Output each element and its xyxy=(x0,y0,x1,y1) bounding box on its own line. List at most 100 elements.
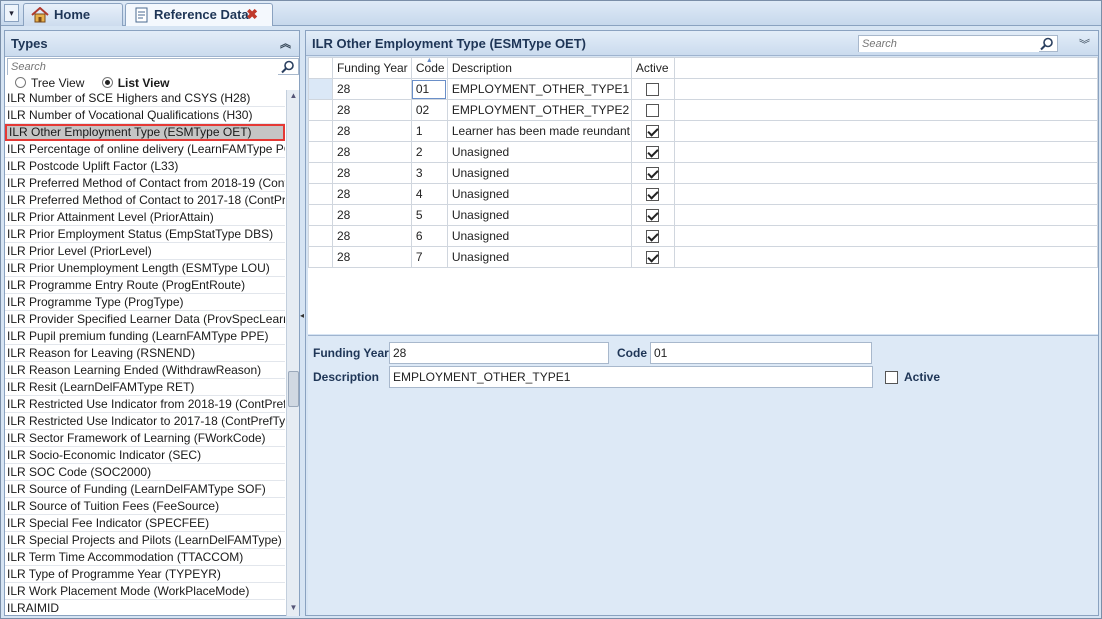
close-icon[interactable]: ✖ xyxy=(246,4,258,25)
expand-icon[interactable]: ︾ xyxy=(1079,36,1090,52)
column-header-active[interactable]: Active xyxy=(630,57,675,79)
types-list-item[interactable]: ILR Other Employment Type (ESMType OET) xyxy=(5,124,285,141)
types-list-item[interactable]: ILR Postcode Uplift Factor (L33) xyxy=(5,158,285,175)
types-list-item[interactable]: ILR Prior Level (PriorLevel) xyxy=(5,243,285,260)
table-row[interactable]: 28 7 Unasigned xyxy=(308,246,1099,268)
types-list-item[interactable]: ILR Reason for Leaving (RSNEND) xyxy=(5,345,285,362)
tab-menu-button[interactable]: ▾ xyxy=(4,4,19,22)
active-checkbox[interactable] xyxy=(885,371,898,384)
types-list-item[interactable]: ILR Resit (LearnDelFAMType RET) xyxy=(5,379,285,396)
cell-active[interactable] xyxy=(630,99,675,121)
types-list-item[interactable]: ILR Percentage of online delivery (Learn… xyxy=(5,141,285,158)
table-row[interactable]: 28 02 EMPLOYMENT_OTHER_TYPE2 xyxy=(308,99,1099,121)
cell-code[interactable]: 02 xyxy=(410,99,448,121)
column-header-code[interactable]: ▲ Code xyxy=(410,57,448,79)
search-icon[interactable] xyxy=(281,60,295,74)
cell-code[interactable]: 5 xyxy=(410,204,448,226)
tree-view-option[interactable]: Tree View xyxy=(15,76,84,90)
table-row[interactable]: 28 6 Unasigned xyxy=(308,225,1099,247)
types-list-item[interactable]: ILR Preferred Method of Contact to 2017-… xyxy=(5,192,285,209)
types-list-item[interactable]: ILR Source of Tuition Fees (FeeSource) xyxy=(5,498,285,515)
row-selector[interactable] xyxy=(308,162,333,184)
table-row[interactable]: 28 4 Unasigned xyxy=(308,183,1099,205)
grid-search-input[interactable] xyxy=(859,36,1039,52)
cell-description[interactable]: EMPLOYMENT_OTHER_TYPE2 xyxy=(446,99,632,121)
row-selector[interactable] xyxy=(308,225,333,247)
cell-funding-year[interactable]: 28 xyxy=(331,225,412,247)
cell-active[interactable] xyxy=(630,183,675,205)
vertical-splitter-handle[interactable]: ◂ xyxy=(300,311,304,320)
types-list-item[interactable]: ILR Number of Vocational Qualifications … xyxy=(5,107,285,124)
list-view-option[interactable]: List View xyxy=(101,76,170,90)
cell-description[interactable]: EMPLOYMENT_OTHER_TYPE1 xyxy=(446,78,632,100)
active-checkbox[interactable] xyxy=(646,251,660,265)
cell-code[interactable]: 1 xyxy=(410,120,448,142)
cell-active[interactable] xyxy=(630,120,675,142)
types-list-scrollbar[interactable]: ▲ ▼ xyxy=(286,90,299,616)
types-list-item[interactable]: ILR Provider Specified Learner Data (Pro… xyxy=(5,311,285,328)
cell-code[interactable]: 6 xyxy=(410,225,448,247)
list-view-radio[interactable] xyxy=(101,77,113,88)
cell-funding-year[interactable]: 28 xyxy=(331,141,412,163)
row-selector[interactable] xyxy=(308,246,333,268)
row-selector[interactable] xyxy=(308,99,333,121)
types-list-item[interactable]: ILRAIMID xyxy=(5,600,285,616)
row-selector[interactable] xyxy=(308,78,333,100)
types-list-item[interactable]: ILR Term Time Accommodation (TTACCOM) xyxy=(5,549,285,566)
cell-code[interactable]: 3 xyxy=(410,162,448,184)
active-checkbox[interactable] xyxy=(646,167,660,181)
cell-description[interactable]: Unasigned xyxy=(446,204,632,226)
cell-active[interactable] xyxy=(630,246,675,268)
cell-active[interactable] xyxy=(630,141,675,163)
types-list-item[interactable]: ILR Restricted Use Indicator from 2018-1… xyxy=(5,396,285,413)
cell-funding-year[interactable]: 28 xyxy=(331,99,412,121)
active-checkbox[interactable] xyxy=(646,125,660,139)
types-list-item[interactable]: ILR Special Fee Indicator (SPECFEE) xyxy=(5,515,285,532)
cell-description[interactable]: Unasigned xyxy=(446,141,632,163)
cell-code[interactable]: 2 xyxy=(410,141,448,163)
cell-funding-year[interactable]: 28 xyxy=(331,183,412,205)
scrollbar-thumb[interactable] xyxy=(288,371,299,407)
column-header-description[interactable]: Description xyxy=(446,57,632,79)
types-list-item[interactable]: ILR Preferred Method of Contact from 201… xyxy=(5,175,285,192)
cell-description[interactable]: Unasigned xyxy=(446,162,632,184)
scroll-down-arrow-icon[interactable]: ▼ xyxy=(287,603,300,615)
cell-funding-year[interactable]: 28 xyxy=(331,204,412,226)
row-selector[interactable] xyxy=(308,183,333,205)
row-selector[interactable] xyxy=(308,141,333,163)
cell-funding-year[interactable]: 28 xyxy=(331,78,412,100)
tab-home[interactable]: Home xyxy=(23,3,123,26)
cell-description[interactable]: Learner has been made reundant xyxy=(446,120,632,142)
scroll-up-arrow-icon[interactable]: ▲ xyxy=(287,91,300,103)
cell-funding-year[interactable]: 28 xyxy=(331,120,412,142)
types-search-input[interactable] xyxy=(8,59,278,75)
table-row[interactable]: 28 5 Unasigned xyxy=(308,204,1099,226)
table-row[interactable]: 28 2 Unasigned xyxy=(308,141,1099,163)
table-row[interactable]: 28 01 EMPLOYMENT_OTHER_TYPE1 xyxy=(308,78,1099,100)
types-list-item[interactable]: ILR Programme Type (ProgType) xyxy=(5,294,285,311)
cell-active[interactable] xyxy=(630,162,675,184)
code-field[interactable]: 01 xyxy=(650,342,872,364)
cell-active[interactable] xyxy=(630,78,675,100)
types-list-item[interactable]: ILR Number of SCE Highers and CSYS (H28) xyxy=(5,90,285,107)
row-selector[interactable] xyxy=(308,120,333,142)
types-list-item[interactable]: ILR Prior Attainment Level (PriorAttain) xyxy=(5,209,285,226)
types-list-item[interactable]: ILR Sector Framework of Learning (FWorkC… xyxy=(5,430,285,447)
tab-reference-data[interactable]: Reference Data ✖ xyxy=(125,3,273,26)
table-row[interactable]: 28 1 Learner has been made reundant xyxy=(308,120,1099,142)
cell-funding-year[interactable]: 28 xyxy=(331,162,412,184)
types-list-item[interactable]: ILR Reason Learning Ended (WithdrawReaso… xyxy=(5,362,285,379)
cell-code[interactable]: 7 xyxy=(410,246,448,268)
tree-view-radio[interactable] xyxy=(15,77,26,88)
cell-description[interactable]: Unasigned xyxy=(446,183,632,205)
cell-funding-year[interactable]: 28 xyxy=(331,246,412,268)
active-checkbox[interactable] xyxy=(646,188,660,202)
cell-code[interactable]: 4 xyxy=(410,183,448,205)
active-checkbox[interactable] xyxy=(646,83,660,97)
description-field[interactable]: EMPLOYMENT_OTHER_TYPE1 xyxy=(389,366,873,388)
types-list-item[interactable]: ILR Type of Programme Year (TYPEYR) xyxy=(5,566,285,583)
types-list-item[interactable]: ILR Socio-Economic Indicator (SEC) xyxy=(5,447,285,464)
active-checkbox[interactable] xyxy=(646,209,660,223)
collapse-icon[interactable]: ︽ xyxy=(280,31,291,57)
active-checkbox[interactable] xyxy=(646,146,660,160)
